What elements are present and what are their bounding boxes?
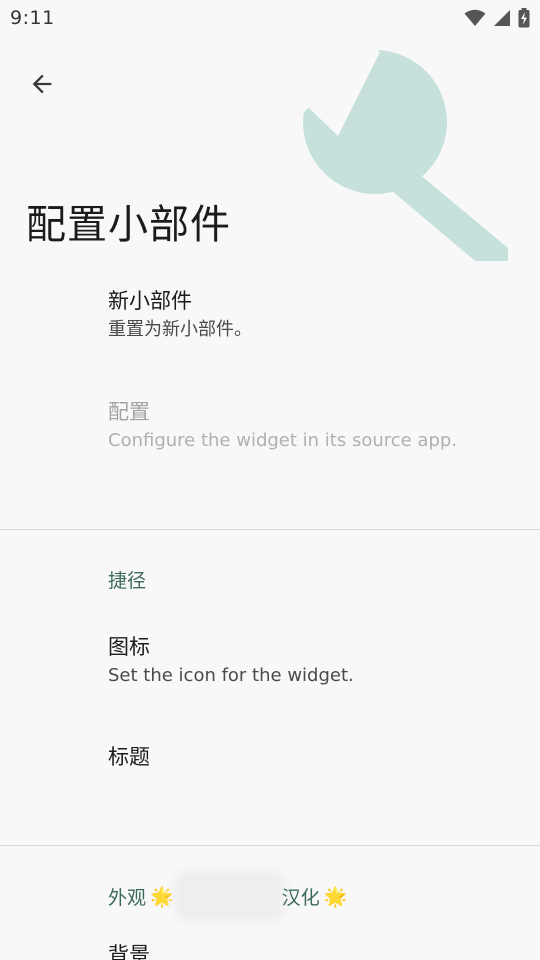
pref-icon[interactable]: 图标 Set the icon for the widget. [108, 632, 520, 690]
pref-summary: 重置为新小部件。 [108, 319, 252, 340]
wifi-icon [464, 9, 486, 26]
category-shortcut: 捷径 [108, 570, 147, 592]
pref-title: 新小部件 [108, 289, 192, 313]
pref-new-widget[interactable]: 新小部件 重置为新小部件。 [108, 286, 520, 344]
pref-summary: Set the icon for the widget. [108, 665, 354, 686]
pref-configure: 配置 Configure the widget in its source ap… [108, 397, 520, 455]
pref-title: 图标 [108, 635, 150, 659]
section-divider [0, 529, 540, 530]
category-appearance: 外观 🌟 汉化 🌟 [108, 876, 351, 916]
section-divider [0, 845, 540, 846]
pref-title-setting[interactable]: 标题 [108, 742, 520, 772]
status-icons [464, 8, 530, 28]
pref-title: 标题 [108, 745, 150, 769]
category-suffix: 汉化 [281, 886, 320, 909]
pref-title: 背景 [108, 943, 150, 960]
arrow-left-icon [32, 74, 52, 94]
status-time: 9:11 [10, 7, 55, 29]
page-title: 配置小部件 [26, 202, 231, 248]
wrench-illustration-icon [280, 40, 508, 261]
battery-charging-icon [518, 8, 530, 28]
star-icon: 🌟 [150, 885, 174, 908]
back-button[interactable] [20, 62, 64, 106]
pref-title: 配置 [108, 400, 150, 424]
star-icon: 🌟 [323, 885, 348, 908]
redacted-region [179, 876, 280, 916]
pref-background[interactable]: 背景 [108, 940, 520, 960]
signal-icon [494, 10, 510, 26]
category-prefix: 外观 [108, 886, 147, 909]
pref-summary: Configure the widget in its source app. [108, 430, 458, 451]
status-bar: 9:11 [0, 0, 540, 36]
